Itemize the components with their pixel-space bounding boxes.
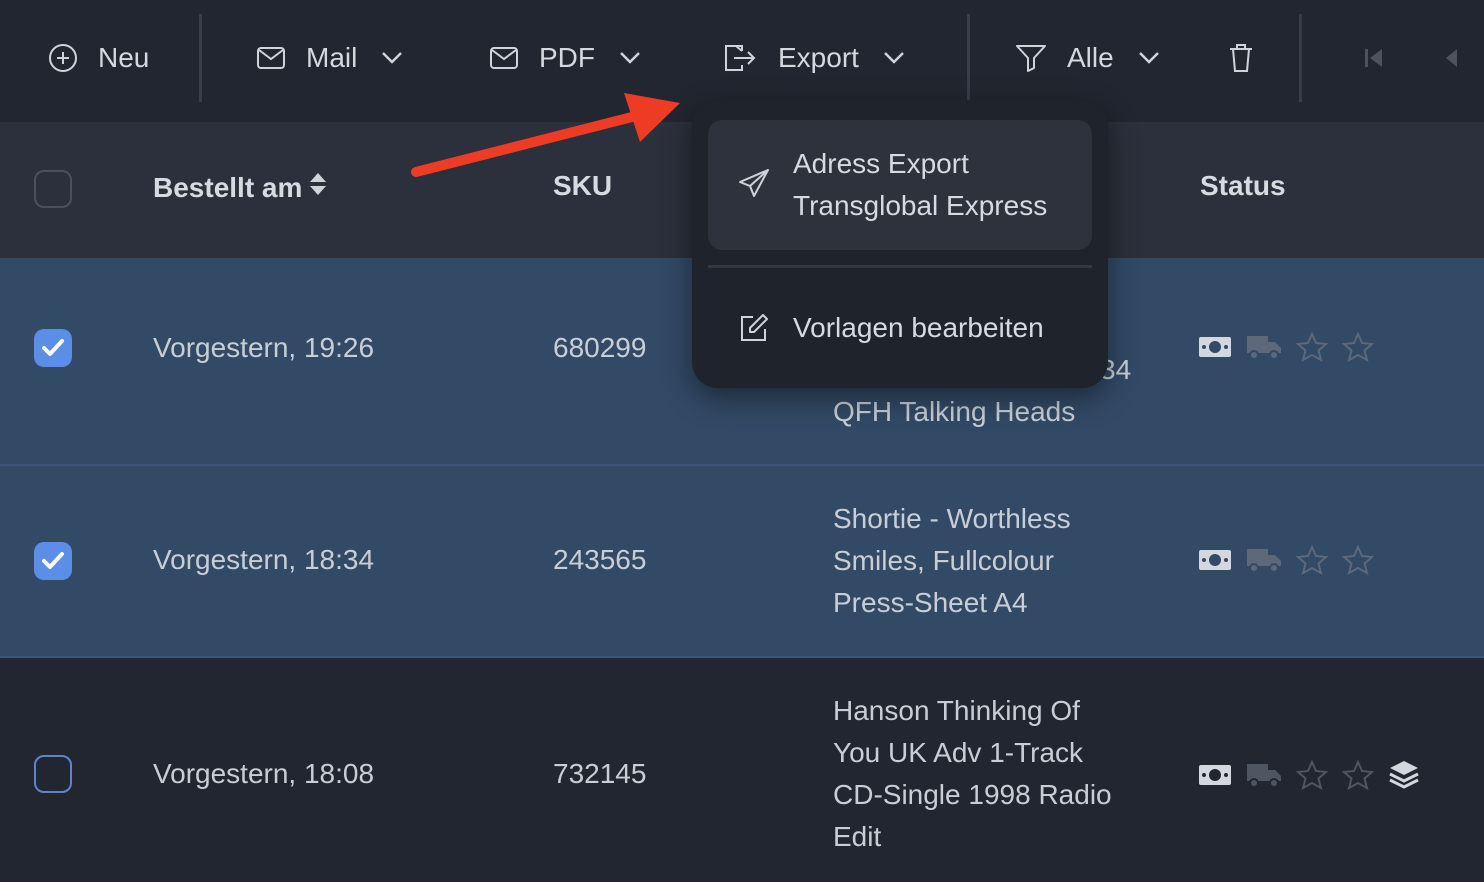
product-line: Shortie - Worthless xyxy=(833,503,1071,534)
chevron-down-icon xyxy=(619,51,641,65)
chevron-down-icon xyxy=(883,51,905,65)
product-line: Edit xyxy=(833,821,882,852)
status-icons xyxy=(1198,545,1388,575)
order-date: Vorgestern, 18:34 xyxy=(153,544,375,575)
row-checkbox[interactable] xyxy=(34,329,72,367)
export-button-label: Export xyxy=(778,42,859,73)
product-line: You UK Adv 1-Track xyxy=(833,737,1084,768)
sku: 680299 xyxy=(553,332,647,363)
status-icons xyxy=(1198,332,1388,362)
product-line: Smiles, Fullcolour xyxy=(833,545,1054,576)
row-checkbox[interactable] xyxy=(34,755,72,793)
select-all-checkbox[interactable] xyxy=(34,170,72,208)
layers-icon xyxy=(1388,759,1420,791)
menu-item-address-export-line1: Adress Export xyxy=(793,148,969,179)
toolbar-divider xyxy=(1299,14,1302,102)
star-icon xyxy=(1296,332,1328,362)
sku: 243565 xyxy=(553,544,647,575)
filter-button[interactable]: Alle xyxy=(1015,30,1160,86)
star-icon xyxy=(1342,545,1374,575)
pdf-button[interactable]: PDF xyxy=(489,30,641,86)
mail-button[interactable]: Mail xyxy=(256,30,403,86)
table-row[interactable]: Vorgestern, 18:34 243565 Shortie - Worth… xyxy=(0,466,1484,656)
edit-icon xyxy=(738,312,770,349)
chevron-down-icon xyxy=(381,51,403,65)
product-line: QFH Talking Heads xyxy=(833,396,1076,427)
truck-icon xyxy=(1246,546,1282,574)
plus-circle-icon xyxy=(48,43,78,73)
delete-button[interactable] xyxy=(1228,30,1254,86)
export-dropdown-menu: Adress Export Transglobal Express Vorlag… xyxy=(692,100,1108,388)
pdf-button-label: PDF xyxy=(539,42,595,73)
envelope-icon xyxy=(256,46,286,70)
product-name: QFH Talking Heads xyxy=(833,391,1075,433)
sort-icon xyxy=(308,170,328,205)
column-header-ordered-label: Bestellt am xyxy=(153,171,303,203)
sku: 732145 xyxy=(553,758,647,789)
row-checkbox[interactable] xyxy=(34,542,72,580)
checkmark-icon xyxy=(42,339,64,356)
product-line: Hanson Thinking Of xyxy=(833,695,1080,726)
column-header-ordered[interactable]: Bestellt am xyxy=(153,170,328,205)
envelope-icon xyxy=(489,46,519,70)
star-icon xyxy=(1342,760,1374,790)
star-icon xyxy=(1296,760,1328,790)
menu-item-address-export-line2: Transglobal Express xyxy=(793,190,1048,221)
column-header-status[interactable]: Status xyxy=(1200,170,1286,202)
paper-plane-icon xyxy=(738,168,770,203)
star-icon xyxy=(1342,332,1374,362)
order-date: Vorgestern, 18:08 xyxy=(153,758,375,789)
menu-divider xyxy=(708,265,1092,268)
menu-item-address-export[interactable]: Adress Export Transglobal Express xyxy=(708,120,1092,250)
export-button[interactable]: Export xyxy=(722,30,905,86)
column-header-sku[interactable]: SKU xyxy=(553,170,612,202)
funnel-icon xyxy=(1015,44,1047,72)
filter-button-label: Alle xyxy=(1067,42,1114,73)
file-export-icon xyxy=(722,42,758,74)
product-name: Shortie - Worthless Smiles, Fullcolour P… xyxy=(833,498,1071,624)
menu-item-edit-templates-label: Vorlagen bearbeiten xyxy=(793,312,1044,343)
truck-icon xyxy=(1246,333,1282,361)
new-button-label: Neu xyxy=(98,42,150,73)
first-page-icon xyxy=(1364,47,1384,69)
money-icon xyxy=(1198,548,1232,572)
menu-item-edit-templates[interactable]: Vorlagen bearbeiten xyxy=(708,280,1092,376)
status-icons xyxy=(1198,759,1434,791)
star-icon xyxy=(1296,545,1328,575)
first-page-button[interactable] xyxy=(1364,30,1384,86)
chevron-down-icon xyxy=(1138,51,1160,65)
product-line: Press-Sheet A4 xyxy=(833,587,1028,618)
trash-icon xyxy=(1228,43,1254,73)
prev-page-button[interactable] xyxy=(1444,30,1458,86)
prev-page-icon xyxy=(1444,47,1458,69)
product-line: CD-Single 1998 Radio xyxy=(833,779,1112,810)
mail-button-label: Mail xyxy=(306,42,358,73)
order-date: Vorgestern, 19:26 xyxy=(153,332,375,363)
product-name: Hanson Thinking Of You UK Adv 1-Track CD… xyxy=(833,690,1112,858)
money-icon xyxy=(1198,763,1232,787)
toolbar-divider xyxy=(199,14,202,102)
table-row[interactable]: Vorgestern, 18:08 732145 Hanson Thinking… xyxy=(0,658,1484,882)
new-button[interactable]: Neu xyxy=(48,30,149,86)
money-icon xyxy=(1198,335,1232,359)
checkmark-icon xyxy=(42,552,64,569)
truck-icon xyxy=(1246,761,1282,789)
toolbar-divider xyxy=(967,14,970,102)
